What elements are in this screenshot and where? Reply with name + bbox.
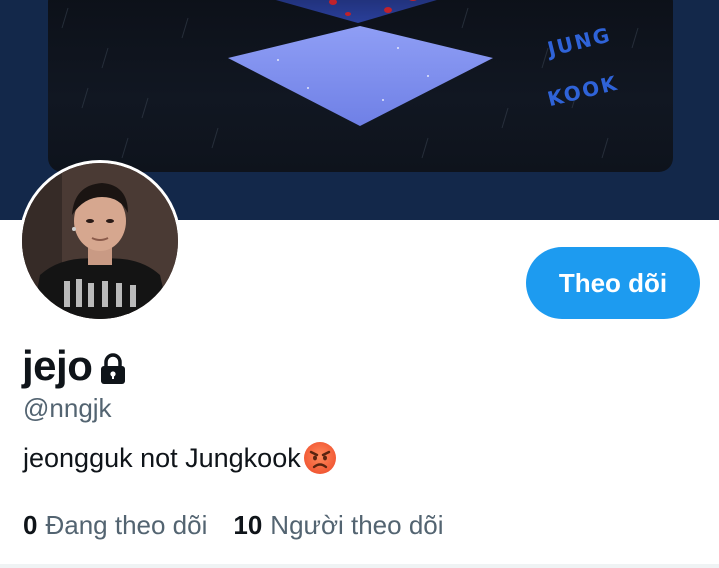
avatar[interactable] [19, 160, 181, 322]
profile-page: JUNG KOOK Theo dõi jejo @nngjk jeongguk … [0, 0, 719, 568]
following-count: 0 [23, 510, 38, 540]
display-name-row: jejo [22, 340, 128, 392]
profile-bio: jeongguk not Jungkook [23, 441, 337, 475]
following-stat[interactable]: 0 Đang theo dõi [23, 510, 207, 541]
profile-handle: @nngjk [23, 393, 112, 423]
profile-stats: 0 Đang theo dõi 10 Người theo dõi [23, 510, 470, 541]
display-name: jejo [22, 342, 93, 389]
following-label: Đang theo dõi [45, 510, 208, 540]
lock-icon [98, 352, 128, 386]
followers-label: Người theo dõi [270, 510, 444, 540]
followers-stat[interactable]: 10 Người theo dõi [233, 510, 443, 541]
followers-count: 10 [233, 510, 263, 540]
bio-text: jeongguk not Jungkook [23, 442, 301, 473]
pouting-face-icon [303, 441, 337, 475]
banner-artwork: JUNG KOOK [48, 0, 673, 172]
avatar-portrait-graphic [22, 163, 178, 319]
avatar-photo [22, 163, 178, 319]
follow-button[interactable]: Theo dõi [526, 247, 700, 319]
divider [0, 564, 719, 568]
